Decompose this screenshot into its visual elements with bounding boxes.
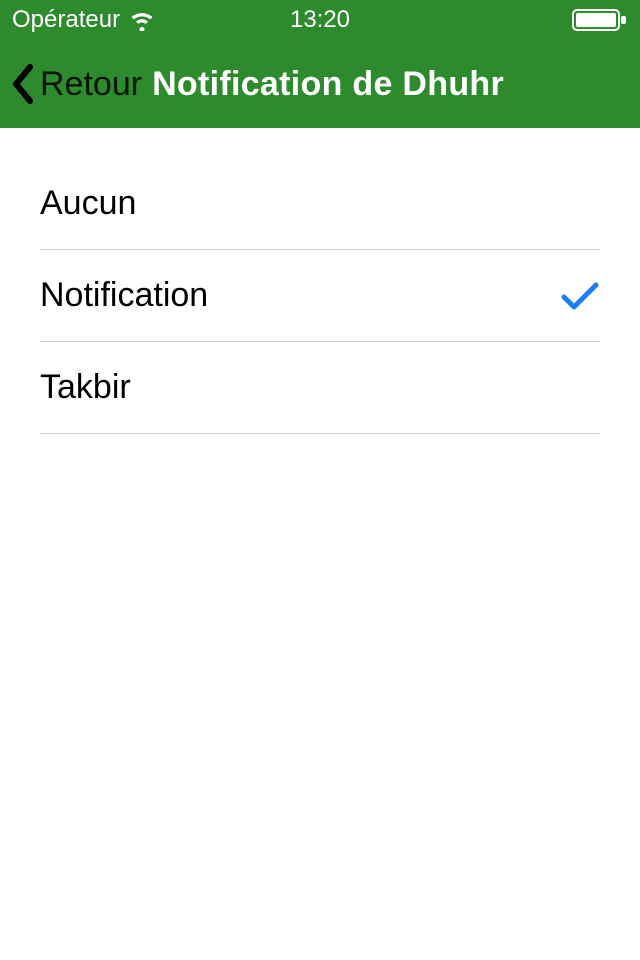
status-bar: Opérateur 13:20 — [0, 0, 640, 40]
option-label: Aucun — [40, 184, 136, 223]
option-takbir[interactable]: Takbir — [40, 342, 600, 434]
option-aucun[interactable]: Aucun — [40, 158, 600, 250]
back-label: Retour — [40, 65, 142, 104]
status-time: 13:20 — [290, 6, 350, 34]
page-title: Notification de Dhuhr — [152, 65, 504, 104]
wifi-icon — [128, 9, 156, 31]
status-left: Opérateur — [12, 6, 156, 34]
checkmark-icon — [560, 279, 600, 313]
option-label: Takbir — [40, 368, 131, 407]
nav-bar: Retour Notification de Dhuhr — [0, 40, 640, 128]
carrier-label: Opérateur — [12, 6, 120, 34]
option-notification[interactable]: Notification — [40, 250, 600, 342]
option-label: Notification — [40, 276, 208, 315]
back-button[interactable]: Retour — [10, 63, 142, 105]
chevron-left-icon — [10, 63, 36, 105]
battery-icon — [572, 8, 628, 32]
options-list: Aucun Notification Takbir — [0, 128, 640, 434]
status-right — [572, 8, 628, 32]
